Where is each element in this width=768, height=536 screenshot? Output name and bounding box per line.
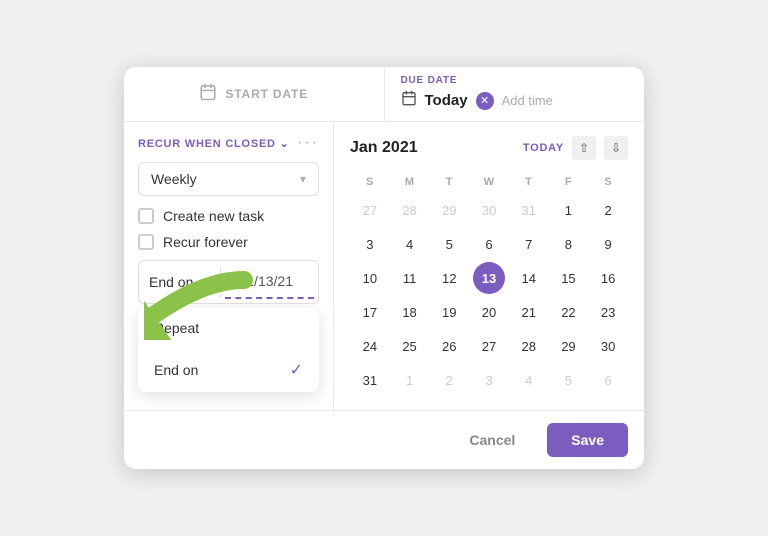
create-new-task-checkbox[interactable] — [138, 208, 154, 224]
dropdown-end-on-label: End on — [154, 362, 198, 378]
frequency-value: Weekly — [151, 171, 197, 187]
end-on-dropdown: Repeat End on ✓ — [138, 308, 319, 392]
calendar-prev-button[interactable]: ⇧ — [572, 136, 596, 160]
dropdown-repeat-label: Repeat — [154, 320, 199, 336]
calendar-cell[interactable]: 3 — [473, 364, 505, 396]
footer: Cancel Save — [124, 410, 644, 469]
frequency-chevron-icon: ▾ — [300, 172, 306, 186]
start-date-button[interactable]: START DATE — [124, 67, 384, 121]
calendar-cell[interactable]: 5 — [552, 364, 584, 396]
day-header-f: F — [549, 172, 589, 192]
calendar-next-button[interactable]: ⇩ — [604, 136, 628, 160]
day-header-s2: S — [588, 172, 628, 192]
calendar-cell[interactable]: 26 — [433, 330, 465, 362]
calendar-cell[interactable]: 20 — [473, 296, 505, 328]
create-new-task-row[interactable]: Create new task — [138, 208, 319, 224]
calendar-header: Jan 2021 TODAY ⇧ ⇩ — [350, 136, 628, 160]
calendar-cell[interactable]: 30 — [592, 330, 624, 362]
calendar-cell[interactable]: 3 — [354, 228, 386, 260]
day-header-s1: S — [350, 172, 390, 192]
create-new-task-label: Create new task — [163, 208, 264, 224]
calendar-cell[interactable]: 4 — [394, 228, 426, 260]
end-on-date[interactable]: 1/13/21 — [225, 265, 314, 299]
calendar-cell[interactable]: 8 — [552, 228, 584, 260]
calendar-cell[interactable]: 18 — [394, 296, 426, 328]
due-value-row: Today ✕ Add time — [401, 90, 553, 111]
day-header-t2: T — [509, 172, 549, 192]
calendar-due-icon — [401, 90, 417, 111]
dropdown-item-end-on[interactable]: End on ✓ — [138, 348, 319, 392]
calendar-cell[interactable]: 13 — [473, 262, 505, 294]
calendar-cell[interactable]: 30 — [473, 194, 505, 226]
day-header-t1: T — [429, 172, 469, 192]
save-button[interactable]: Save — [547, 423, 628, 457]
calendar-cell[interactable]: 21 — [513, 296, 545, 328]
calendar-cell[interactable]: 31 — [354, 364, 386, 396]
end-on-row[interactable]: End on ▲ 1/13/21 — [138, 260, 319, 304]
calendar-cell[interactable]: 6 — [473, 228, 505, 260]
due-value: Today — [425, 92, 468, 109]
recur-forever-label: Recur forever — [163, 234, 248, 250]
calendar-grid: S M T W T F S 27282930311234567891011121… — [350, 172, 628, 396]
calendar-cell[interactable]: 29 — [433, 194, 465, 226]
due-date-section: DUE DATE Today ✕ Add time — [384, 67, 645, 121]
header: START DATE DUE DATE Today ✕ Add time — [124, 67, 644, 122]
calendar-cell[interactable]: 28 — [394, 194, 426, 226]
end-on-container: End on ▲ 1/13/21 Repeat End on ✓ — [138, 260, 319, 304]
calendar-cell[interactable]: 29 — [552, 330, 584, 362]
cancel-button[interactable]: Cancel — [449, 423, 535, 457]
calendar-cell[interactable]: 25 — [394, 330, 426, 362]
day-header-w: W — [469, 172, 509, 192]
dialog: START DATE DUE DATE Today ✕ Add time REC… — [124, 67, 644, 469]
calendar-cell[interactable]: 4 — [513, 364, 545, 396]
calendar: Jan 2021 TODAY ⇧ ⇩ S M T W T F S 2728293… — [334, 122, 644, 410]
frequency-select[interactable]: Weekly ▾ — [138, 162, 319, 196]
calendar-cell[interactable]: 27 — [473, 330, 505, 362]
calendar-nav: TODAY ⇧ ⇩ — [523, 136, 628, 160]
left-panel: RECUR WHEN CLOSED ⌄ ··· Weekly ▾ Create … — [124, 122, 334, 410]
calendar-icon — [199, 83, 217, 106]
recur-forever-checkbox[interactable] — [138, 234, 154, 250]
calendar-cell[interactable]: 23 — [592, 296, 624, 328]
calendar-cell[interactable]: 10 — [354, 262, 386, 294]
calendar-cell[interactable]: 22 — [552, 296, 584, 328]
calendar-cell[interactable]: 31 — [513, 194, 545, 226]
recur-title: RECUR WHEN CLOSED ⌄ — [138, 137, 290, 150]
end-on-chevron-icon: ▲ — [199, 276, 210, 288]
calendar-cell[interactable]: 6 — [592, 364, 624, 396]
day-header-m: M — [390, 172, 430, 192]
calendar-cell[interactable]: 19 — [433, 296, 465, 328]
due-clear-button[interactable]: ✕ — [476, 92, 494, 110]
calendar-cell[interactable]: 7 — [513, 228, 545, 260]
calendar-cell[interactable]: 27 — [354, 194, 386, 226]
calendar-cell[interactable]: 11 — [394, 262, 426, 294]
end-on-label-box: End on ▲ — [139, 266, 221, 298]
calendar-cell[interactable]: 14 — [513, 262, 545, 294]
calendar-cell[interactable]: 15 — [552, 262, 584, 294]
start-date-label: START DATE — [225, 87, 308, 101]
calendar-month-year: Jan 2021 — [350, 139, 418, 157]
calendar-cell[interactable]: 28 — [513, 330, 545, 362]
calendar-cell[interactable]: 17 — [354, 296, 386, 328]
calendar-cell[interactable]: 16 — [592, 262, 624, 294]
add-time-button[interactable]: Add time — [502, 93, 553, 108]
calendar-cell[interactable]: 9 — [592, 228, 624, 260]
calendar-today-button[interactable]: TODAY — [523, 142, 564, 154]
calendar-cell[interactable]: 1 — [552, 194, 584, 226]
body: RECUR WHEN CLOSED ⌄ ··· Weekly ▾ Create … — [124, 122, 644, 410]
end-on-label: End on — [149, 274, 193, 290]
calendar-cell[interactable]: 2 — [433, 364, 465, 396]
dropdown-end-on-check-icon: ✓ — [290, 360, 303, 380]
calendar-cell[interactable]: 1 — [394, 364, 426, 396]
recur-more-button[interactable]: ··· — [297, 134, 319, 152]
recur-header: RECUR WHEN CLOSED ⌄ ··· — [138, 134, 319, 152]
due-date-label: DUE DATE — [401, 75, 458, 86]
dropdown-item-repeat[interactable]: Repeat — [138, 308, 319, 348]
calendar-cell[interactable]: 5 — [433, 228, 465, 260]
calendar-cell[interactable]: 2 — [592, 194, 624, 226]
calendar-cell[interactable]: 12 — [433, 262, 465, 294]
recur-forever-row[interactable]: Recur forever — [138, 234, 319, 250]
calendar-cell[interactable]: 24 — [354, 330, 386, 362]
